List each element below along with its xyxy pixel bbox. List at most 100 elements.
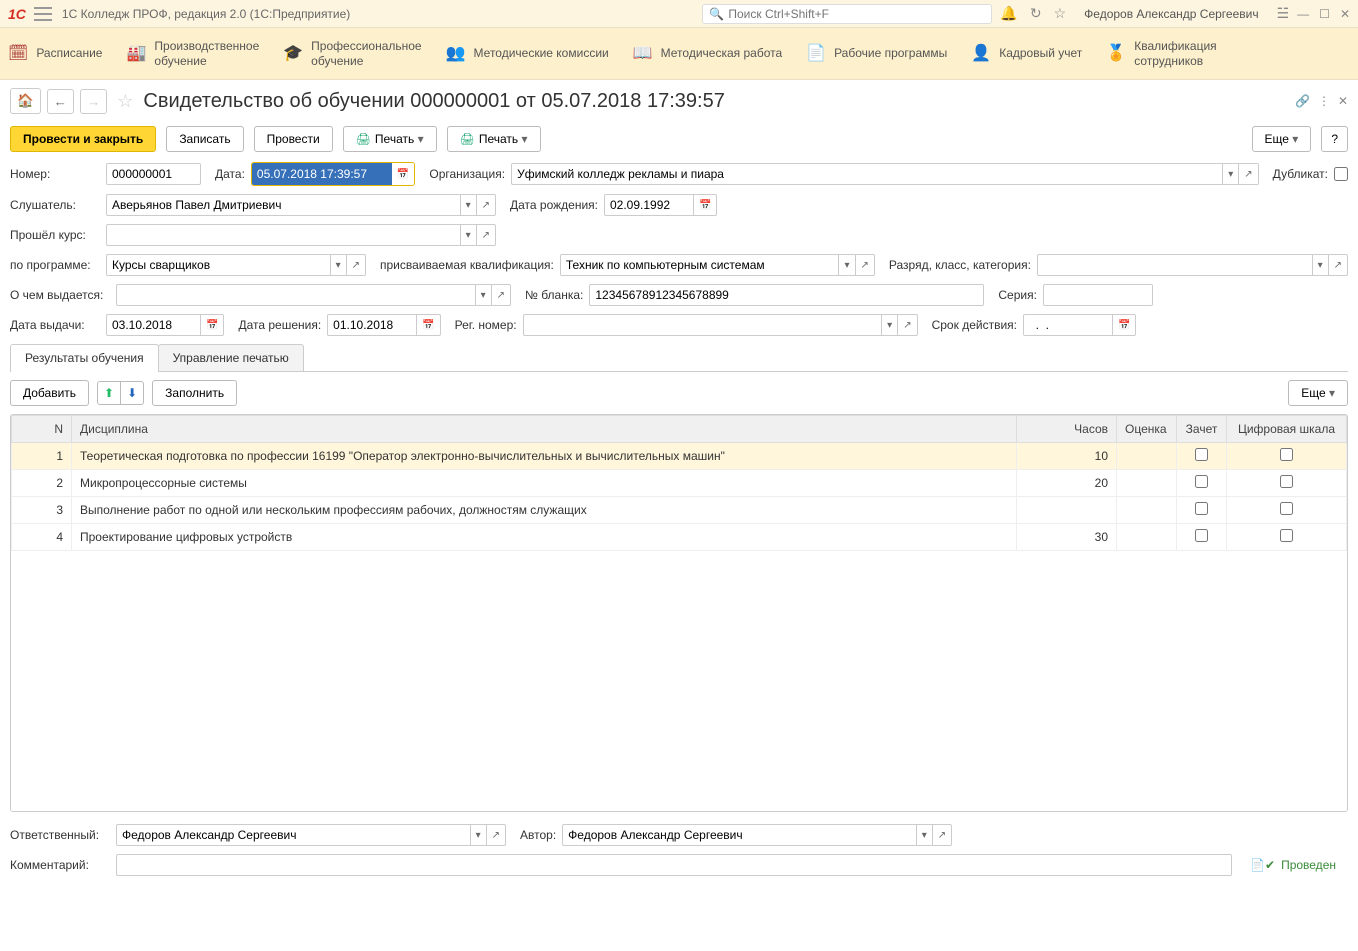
- move-up-button[interactable]: ⬆: [97, 381, 121, 405]
- dropdown-icon[interactable]: ▾: [882, 314, 898, 336]
- settings-icon[interactable]: ☱: [1277, 5, 1290, 22]
- open-icon[interactable]: ↗: [856, 254, 875, 276]
- col-scale[interactable]: Цифровая шкала: [1227, 416, 1347, 443]
- more-button[interactable]: Еще: [1252, 126, 1312, 152]
- dropdown-icon[interactable]: ▾: [331, 254, 347, 276]
- date-field[interactable]: [252, 163, 392, 185]
- number-field[interactable]: [106, 163, 201, 185]
- dropdown-icon[interactable]: ▾: [461, 224, 477, 246]
- back-button[interactable]: ←: [47, 89, 74, 114]
- nav-method-commissions[interactable]: 👥Методические комиссии: [446, 44, 609, 63]
- table-more-button[interactable]: Еще: [1288, 380, 1348, 406]
- open-icon[interactable]: ↗: [1239, 163, 1258, 185]
- col-n[interactable]: N: [12, 416, 72, 443]
- tab-print-mgmt[interactable]: Управление печатью: [158, 344, 304, 371]
- program-field[interactable]: [106, 254, 331, 276]
- open-icon[interactable]: ↗: [898, 314, 917, 336]
- birth-field[interactable]: [604, 194, 694, 216]
- calendar-icon[interactable]: 📅: [392, 163, 414, 185]
- open-icon[interactable]: ↗: [933, 824, 952, 846]
- blank-field[interactable]: [589, 284, 984, 306]
- open-icon[interactable]: ↗: [487, 824, 506, 846]
- close-icon[interactable]: ✕: [1338, 94, 1348, 108]
- col-credit[interactable]: Зачет: [1177, 416, 1227, 443]
- credit-checkbox[interactable]: [1195, 475, 1208, 488]
- dropdown-icon[interactable]: ▾: [1313, 254, 1329, 276]
- student-field[interactable]: [106, 194, 461, 216]
- calendar-icon[interactable]: 📅: [694, 194, 717, 216]
- bell-icon[interactable]: 🔔: [1000, 5, 1017, 22]
- fill-button[interactable]: Заполнить: [152, 380, 237, 406]
- reg-field[interactable]: [523, 314, 883, 336]
- dropdown-icon[interactable]: ▾: [917, 824, 933, 846]
- nav-hr[interactable]: 👤Кадровый учет: [971, 44, 1082, 63]
- table-row[interactable]: 2Микропроцессорные системы20: [12, 470, 1347, 497]
- help-button[interactable]: ?: [1321, 126, 1348, 152]
- home-button[interactable]: 🏠: [10, 88, 41, 114]
- link-icon[interactable]: 🔗: [1295, 94, 1310, 108]
- post-button[interactable]: Провести: [254, 126, 333, 152]
- scale-checkbox[interactable]: [1280, 529, 1293, 542]
- col-discipline[interactable]: Дисциплина: [72, 416, 1017, 443]
- post-and-close-button[interactable]: Провести и закрыть: [10, 126, 156, 152]
- search-box[interactable]: 🔍: [702, 4, 992, 24]
- print-button-1[interactable]: 🖨Печать: [343, 126, 437, 152]
- qual-field[interactable]: [560, 254, 840, 276]
- calendar-icon[interactable]: 📅: [417, 314, 440, 336]
- nav-method-work[interactable]: 📖Методическая работа: [633, 44, 782, 63]
- open-icon[interactable]: ↗: [347, 254, 366, 276]
- history-icon[interactable]: ↻: [1030, 5, 1042, 22]
- open-icon[interactable]: ↗: [477, 224, 496, 246]
- dropdown-icon[interactable]: ▾: [1223, 163, 1239, 185]
- course-field[interactable]: [106, 224, 461, 246]
- move-down-button[interactable]: ⬇: [121, 381, 144, 405]
- scale-checkbox[interactable]: [1280, 448, 1293, 461]
- tab-results[interactable]: Результаты обучения: [10, 344, 159, 371]
- dropdown-icon[interactable]: ▾: [476, 284, 492, 306]
- maximize-icon[interactable]: ☐: [1319, 7, 1330, 21]
- open-icon[interactable]: ↗: [477, 194, 496, 216]
- credit-checkbox[interactable]: [1195, 448, 1208, 461]
- org-field[interactable]: [511, 163, 1223, 185]
- forward-button[interactable]: →: [80, 89, 107, 114]
- kebab-icon[interactable]: ⋮: [1318, 94, 1330, 108]
- dropdown-icon[interactable]: ▾: [471, 824, 487, 846]
- star-icon[interactable]: ☆: [1054, 5, 1067, 22]
- responsible-field[interactable]: [116, 824, 471, 846]
- dropdown-icon[interactable]: ▾: [461, 194, 477, 216]
- nav-qualification[interactable]: 🏅Квалификация сотрудников: [1106, 39, 1216, 68]
- nav-prof-training[interactable]: 🎓Профессиональное обучение: [283, 39, 421, 68]
- validity-field[interactable]: [1023, 314, 1113, 336]
- nav-work-programs[interactable]: 📄Рабочие программы: [806, 44, 947, 63]
- comment-field[interactable]: [116, 854, 1232, 876]
- author-field[interactable]: [562, 824, 917, 846]
- open-icon[interactable]: ↗: [492, 284, 511, 306]
- table-empty-space[interactable]: [11, 551, 1347, 811]
- add-button[interactable]: Добавить: [10, 380, 89, 406]
- favorite-star-icon[interactable]: ☆: [117, 91, 133, 112]
- open-icon[interactable]: ↗: [1329, 254, 1348, 276]
- save-button[interactable]: Записать: [166, 126, 243, 152]
- nav-prod-training[interactable]: 🏭Производственное обучение: [126, 39, 259, 68]
- series-field[interactable]: [1043, 284, 1153, 306]
- dropdown-icon[interactable]: ▾: [839, 254, 855, 276]
- nav-schedule[interactable]: 🗓Расписание: [8, 44, 102, 63]
- rank-field[interactable]: [1037, 254, 1313, 276]
- issue-date-field[interactable]: [106, 314, 201, 336]
- about-field[interactable]: [116, 284, 476, 306]
- credit-checkbox[interactable]: [1195, 502, 1208, 515]
- col-grade[interactable]: Оценка: [1117, 416, 1177, 443]
- table-row[interactable]: 4Проектирование цифровых устройств30: [12, 524, 1347, 551]
- table-row[interactable]: 1Теоретическая подготовка по профессии 1…: [12, 443, 1347, 470]
- close-window-icon[interactable]: ✕: [1340, 7, 1350, 21]
- decision-date-field[interactable]: [327, 314, 417, 336]
- calendar-icon[interactable]: 📅: [1113, 314, 1136, 336]
- search-input[interactable]: [728, 7, 985, 21]
- duplicate-checkbox[interactable]: [1334, 167, 1348, 181]
- menu-icon[interactable]: [34, 7, 52, 21]
- calendar-icon[interactable]: 📅: [201, 314, 224, 336]
- table-row[interactable]: 3Выполнение работ по одной или нескольки…: [12, 497, 1347, 524]
- minimize-icon[interactable]: —: [1297, 7, 1309, 21]
- print-button-2[interactable]: 🖨Печать: [447, 126, 541, 152]
- credit-checkbox[interactable]: [1195, 529, 1208, 542]
